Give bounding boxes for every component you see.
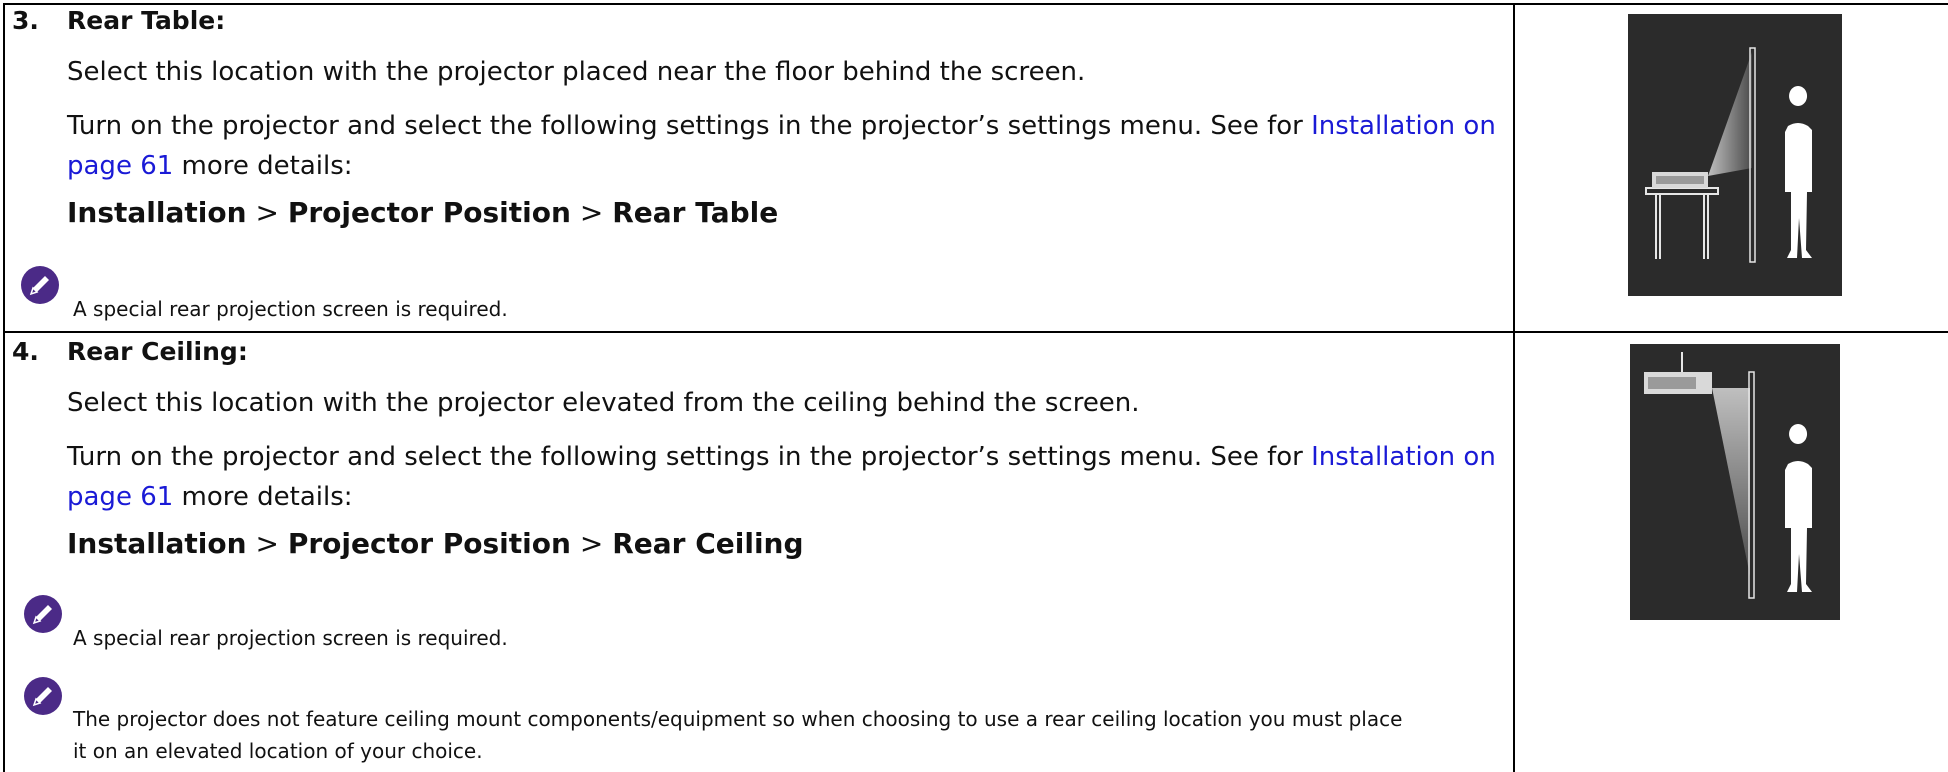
- pencil-note-icon: [24, 595, 62, 633]
- note-text: A special rear projection screen is requ…: [73, 626, 508, 650]
- section-instruction: Turn on the projector and select the fol…: [67, 111, 1496, 181]
- note-text: The projector does not feature ceiling m…: [73, 707, 1403, 731]
- menu-path-step: Installation: [67, 527, 247, 560]
- menu-path-separator: >: [255, 527, 279, 560]
- menu-path-step: Projector Position: [287, 527, 571, 560]
- pencil-note-icon: [24, 677, 62, 715]
- pencil-note-icon: [21, 266, 59, 304]
- section-description: Select this location with the projector …: [67, 388, 1140, 418]
- section-title: Rear Table:: [67, 6, 226, 35]
- menu-path-step: Rear Table: [612, 196, 779, 229]
- menu-path-step: Installation: [67, 196, 247, 229]
- table-border-center: [1513, 3, 1515, 772]
- menu-path-separator: >: [255, 196, 279, 229]
- section-number: 3.: [12, 6, 39, 35]
- menu-path-separator: >: [579, 527, 604, 560]
- section-rear-table: 3. Rear Table: Select this location with…: [0, 0, 1512, 330]
- rear-table-projection-illustration: [1628, 14, 1842, 296]
- section-instruction: Turn on the projector and select the fol…: [67, 442, 1496, 512]
- section-description: Select this location with the projector …: [67, 57, 1086, 87]
- menu-path: Installation > Projector Position > Rear…: [67, 527, 804, 560]
- section-title: Rear Ceiling:: [67, 337, 248, 366]
- note-text: A special rear projection screen is requ…: [73, 297, 508, 321]
- note-text: it on an elevated location of your choic…: [73, 739, 483, 763]
- menu-path-separator: >: [579, 196, 604, 229]
- section-rear-ceiling: 4. Rear Ceiling: Select this location wi…: [0, 331, 1512, 772]
- rear-ceiling-projection-illustration: [1630, 344, 1840, 620]
- menu-path-step: Rear Ceiling: [612, 527, 804, 560]
- menu-path: Installation > Projector Position > Rear…: [67, 196, 778, 229]
- menu-path-step: Projector Position: [287, 196, 571, 229]
- section-number: 4.: [12, 337, 39, 366]
